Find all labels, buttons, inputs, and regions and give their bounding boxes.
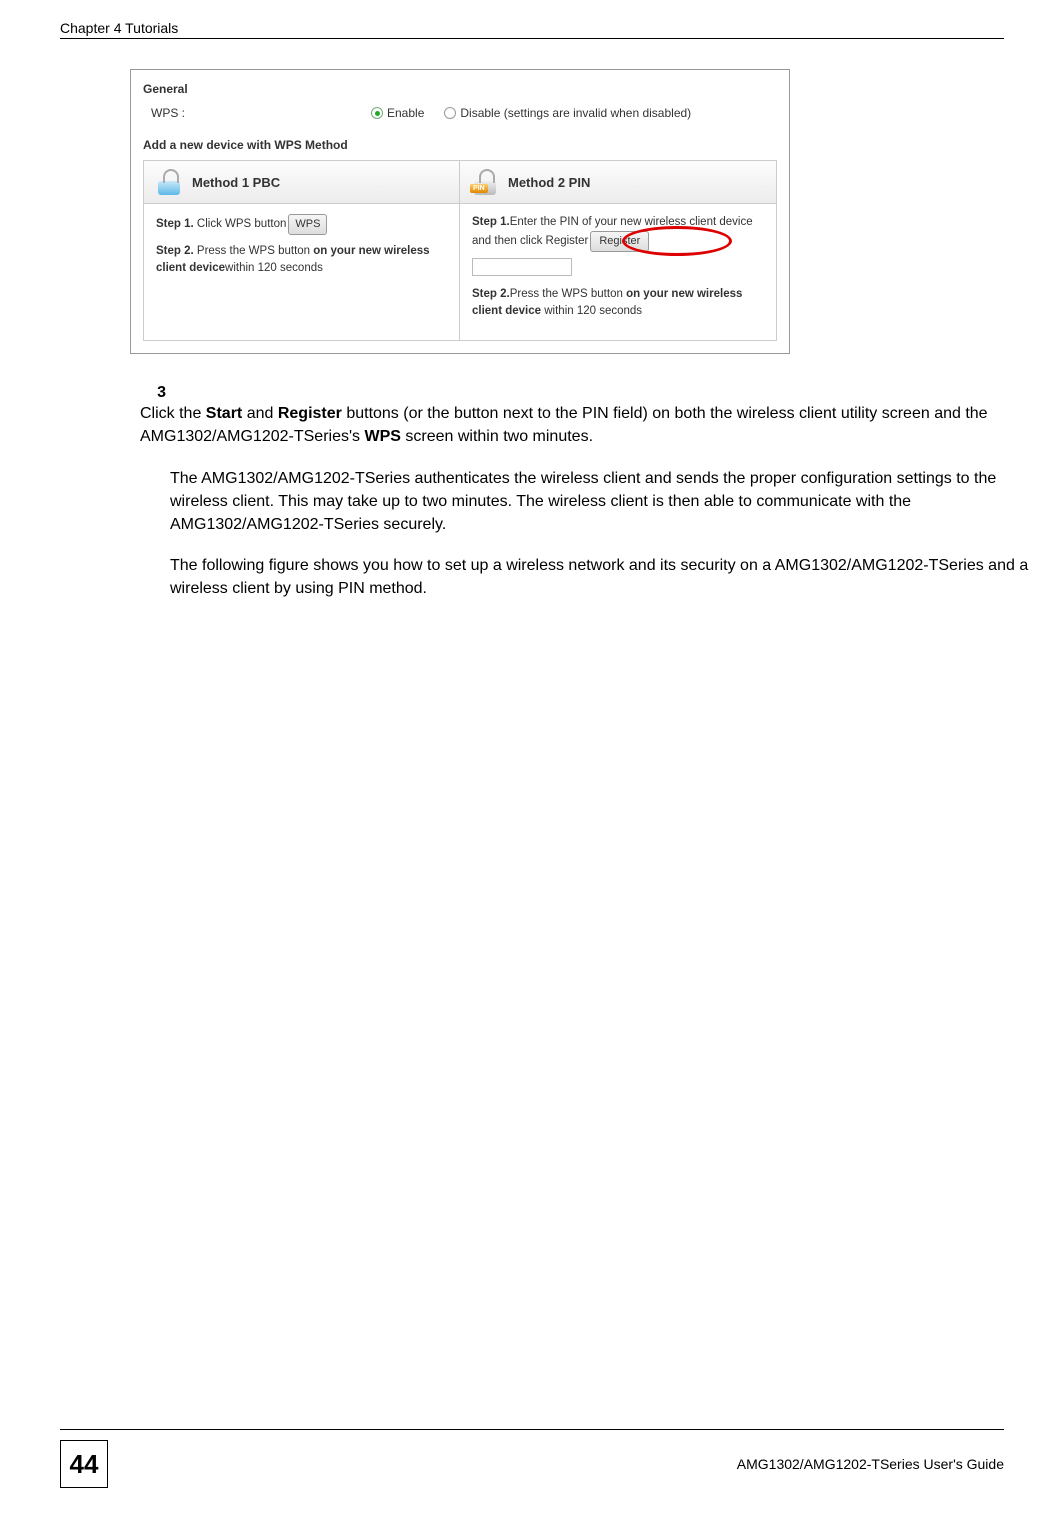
lock-pin-icon: PIN — [472, 169, 498, 195]
method1-header: Method 1 PBC — [144, 161, 460, 203]
s3-b1: Start — [206, 405, 242, 422]
m1-step1-label: Step 1. — [156, 218, 194, 230]
divider-bottom — [60, 1429, 1004, 1430]
section-general-label: General — [131, 78, 789, 100]
wps-screenshot: General WPS : Enable Disable (settings a… — [130, 69, 790, 354]
register-button[interactable]: Register — [590, 231, 649, 252]
m2-step2-b: within 120 seconds — [541, 305, 642, 317]
chapter-header: Chapter 4 Tutorials — [60, 20, 1004, 36]
method1-title: Method 1 PBC — [192, 175, 280, 190]
method2-title: Method 2 PIN — [508, 175, 590, 190]
step-3: 3 Click the Start and Register buttons (… — [140, 384, 1004, 448]
radio-disable[interactable] — [444, 107, 456, 119]
disable-label: Disable (settings are invalid when disab… — [460, 106, 691, 120]
step-number: 3 — [140, 384, 168, 402]
enable-label: Enable — [387, 106, 424, 120]
method2-body: Step 1.Enter the PIN of your new wireles… — [460, 204, 776, 340]
m2-step2-label: Step 2. — [472, 288, 510, 300]
wps-label: WPS : — [151, 106, 351, 120]
paragraph-2: The AMG1302/AMG1202-TSeries authenticate… — [170, 467, 1030, 537]
m2-step1-label: Step 1. — [472, 216, 510, 228]
footer-title: AMG1302/AMG1202-TSeries User's Guide — [737, 1456, 1004, 1472]
section-add-device-label: Add a new device with WPS Method — [131, 134, 789, 156]
divider-top — [60, 38, 1004, 39]
methods-table: Method 1 PBC PIN Method 2 PIN Step 1. Cl… — [143, 160, 777, 341]
wps-row: WPS : Enable Disable (settings are inval… — [131, 100, 789, 134]
step-text: Click the Start and Register buttons (or… — [140, 402, 1000, 448]
m1-step2-b: within 120 seconds — [225, 262, 323, 274]
m1-step2-label: Step 2. — [156, 245, 194, 257]
page-number: 44 — [60, 1440, 108, 1488]
s3-b: and — [242, 405, 278, 422]
paragraph-3: The following figure shows you how to se… — [170, 554, 1030, 600]
s3-b3: WPS — [364, 428, 400, 445]
footer: 44 AMG1302/AMG1202-TSeries User's Guide — [60, 1429, 1004, 1488]
s3-d: screen within two minutes. — [401, 428, 593, 445]
m1-step2-a: Press the WPS button — [194, 245, 314, 257]
m1-step1-text: Click WPS button — [194, 218, 287, 230]
pin-input[interactable] — [472, 258, 572, 276]
method1-body: Step 1. Click WPS buttonWPS Step 2. Pres… — [144, 204, 460, 340]
lock-icon — [156, 169, 182, 195]
s3-a: Click the — [140, 405, 206, 422]
wps-button[interactable]: WPS — [288, 214, 327, 235]
s3-b2: Register — [278, 405, 342, 422]
m2-step2-a: Press the WPS button — [510, 288, 626, 300]
method2-header: PIN Method 2 PIN — [460, 161, 776, 203]
pin-badge: PIN — [470, 184, 488, 193]
radio-enable[interactable] — [371, 107, 383, 119]
